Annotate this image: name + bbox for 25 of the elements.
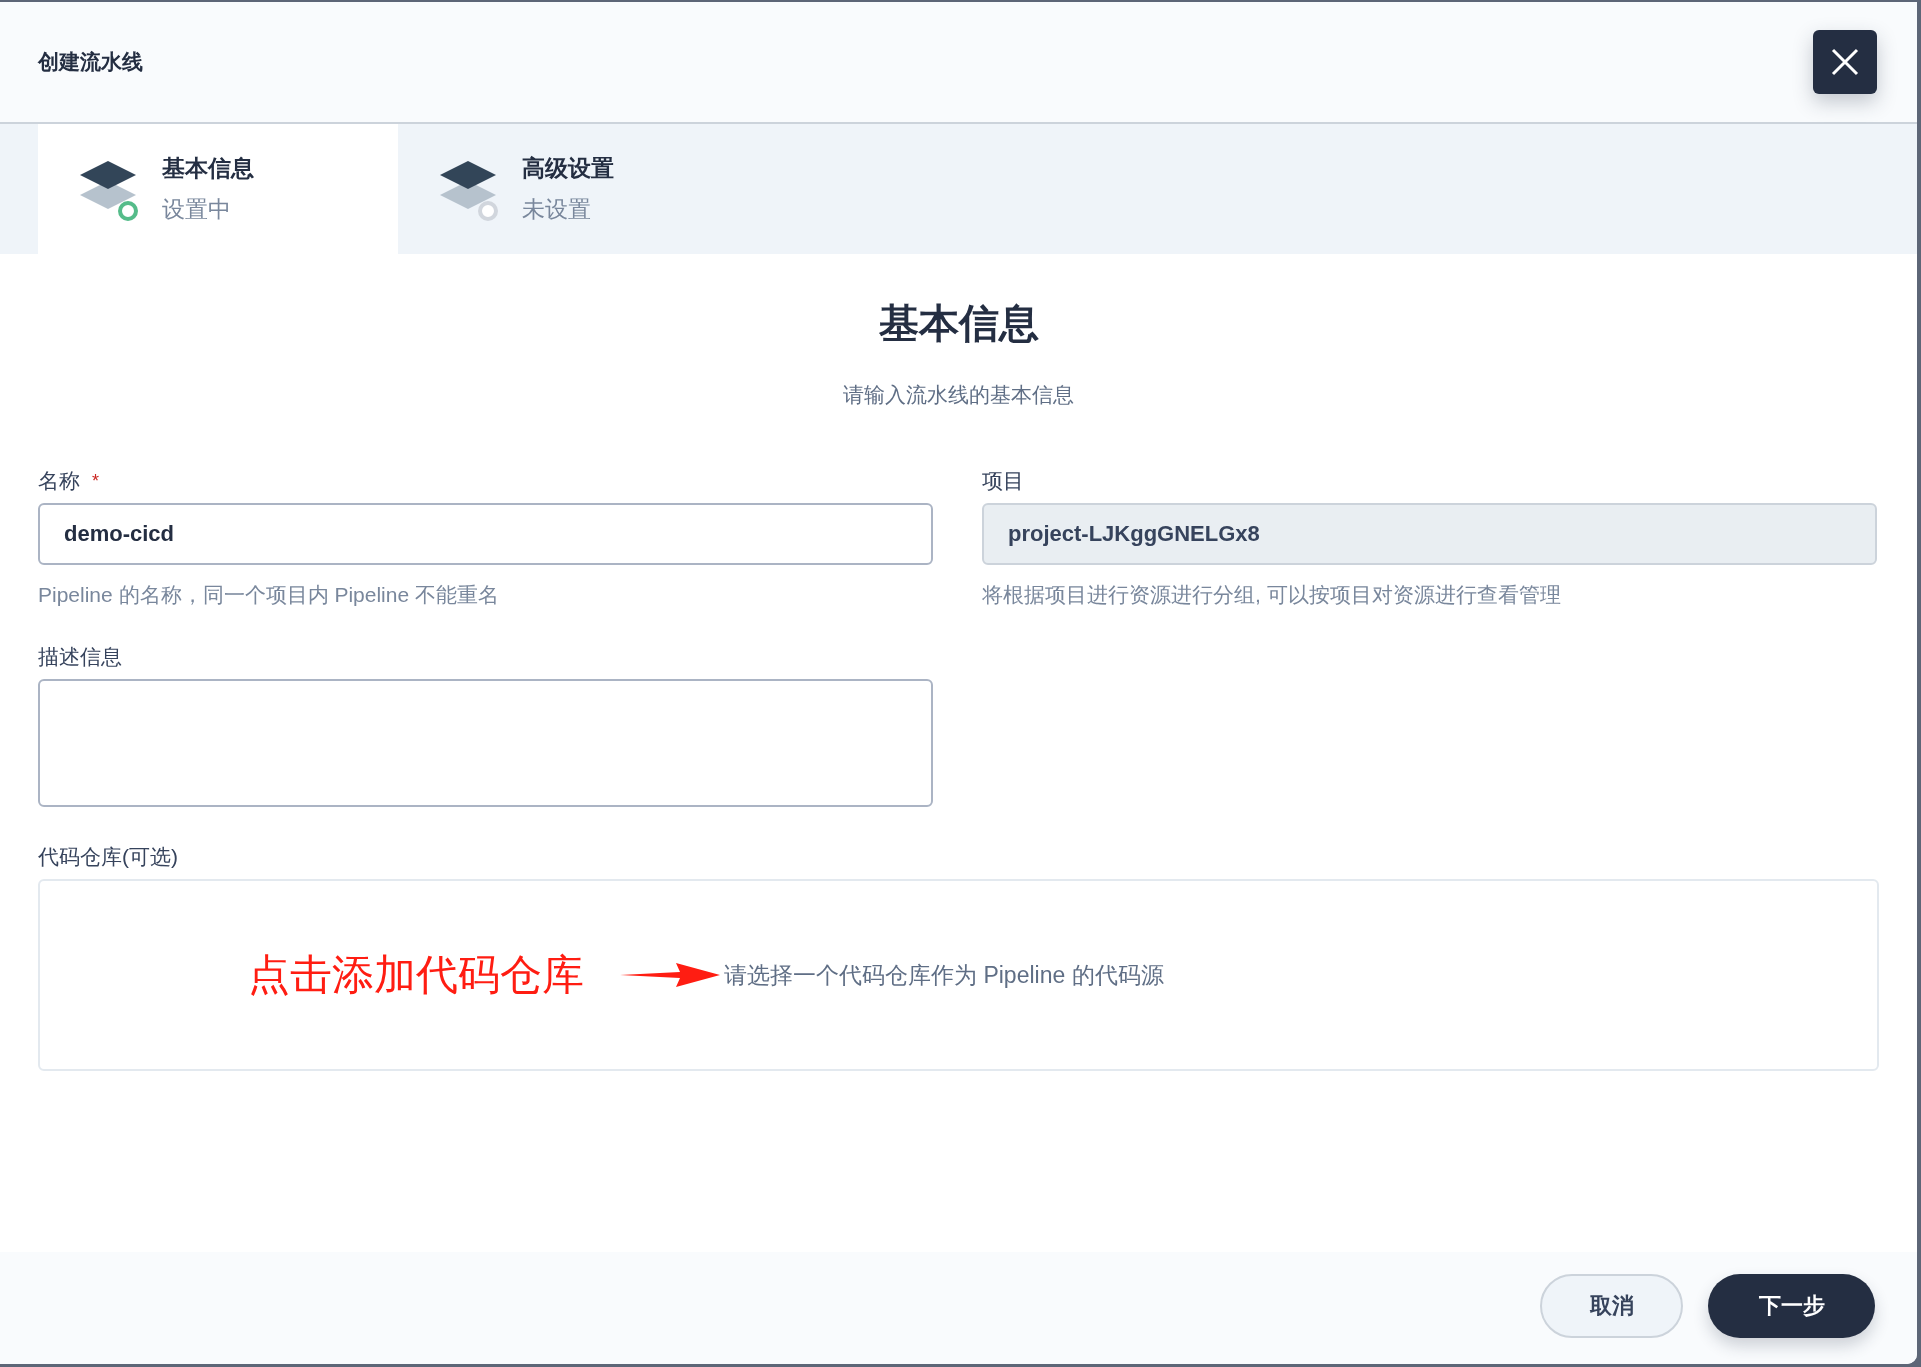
close-button[interactable] xyxy=(1813,30,1877,94)
field-label: 描述信息 xyxy=(38,644,122,670)
repository-selector[interactable]: 点击添加代码仓库 请选择一个代码仓库作为 Pipeline 的代码源 xyxy=(38,879,1879,1071)
step-title: 高级设置 xyxy=(522,154,614,183)
annotation-text: 点击添加代码仓库 xyxy=(248,950,584,1000)
required-mark: * xyxy=(92,470,99,492)
close-icon xyxy=(1830,47,1860,77)
cancel-button[interactable]: 取消 xyxy=(1540,1274,1683,1338)
step-title: 基本信息 xyxy=(162,154,254,183)
field-label: 名称 xyxy=(38,468,80,494)
repository-prompt[interactable]: 请选择一个代码仓库作为 Pipeline 的代码源 xyxy=(724,959,1164,991)
name-input[interactable]: demo-cicd xyxy=(38,503,933,565)
step-status: 未设置 xyxy=(522,195,592,224)
description-input[interactable] xyxy=(38,679,933,807)
field-hint: Pipeline 的名称，同一个项目内 Pipeline 不能重名 xyxy=(38,582,500,608)
step-status: 设置中 xyxy=(162,195,232,224)
step-tab[interactable]: 高级设置 未设置 xyxy=(398,124,758,254)
field-label: 项目 xyxy=(982,468,1024,494)
next-button[interactable]: 下一步 xyxy=(1708,1274,1875,1338)
section-title: 基本信息 xyxy=(877,300,1040,347)
step-tab[interactable]: 基本信息 设置中 xyxy=(38,124,398,254)
field-label: 代码仓库(可选) xyxy=(38,844,178,870)
section-subtitle: 请输入流水线的基本信息 xyxy=(842,382,1075,408)
dialog-title: 创建流水线 xyxy=(38,49,143,75)
field-hint: 将根据项目进行资源进行分组, 可以按项目对资源进行查看管理 xyxy=(982,582,1562,608)
